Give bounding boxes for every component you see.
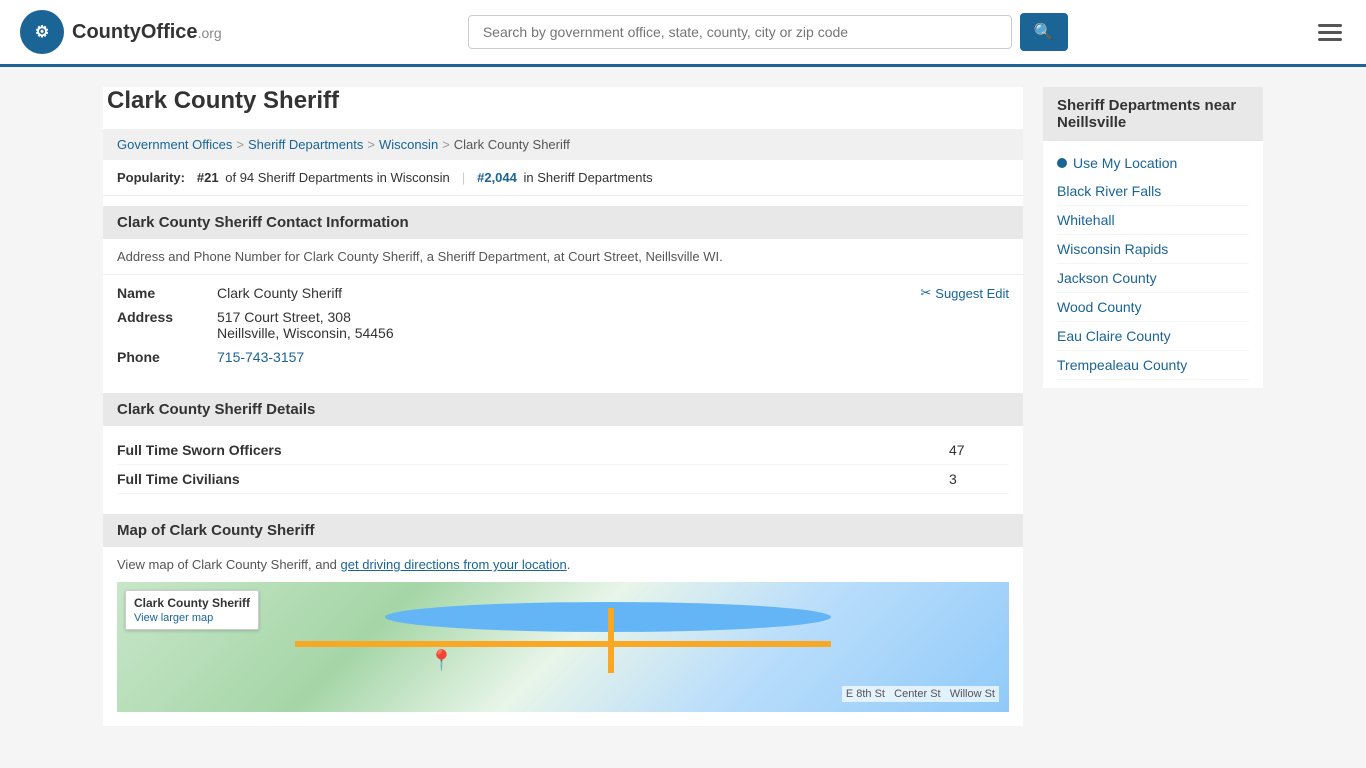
view-larger-map-link[interactable]: View larger map <box>134 612 213 624</box>
map-road-vertical <box>608 608 614 673</box>
breadcrumb-sep: > <box>367 137 375 152</box>
map-pin-icon: 📍 <box>429 648 454 673</box>
contact-section-header: Clark County Sheriff Contact Information <box>103 206 1023 239</box>
menu-icon <box>1318 38 1342 41</box>
detail-row-civilian: Full Time Civilians 3 <box>117 465 1009 494</box>
logo-area: ⚙ CountyOffice.org <box>20 10 222 54</box>
header: ⚙ CountyOffice.org 🔍 <box>0 0 1366 67</box>
name-value: Clark County Sheriff <box>217 285 920 301</box>
use-my-location-link[interactable]: Use My Location <box>1057 149 1249 177</box>
sidebar-link-whitehall[interactable]: Whitehall <box>1057 206 1249 235</box>
map-label-streets: E 8th St Center St Willow St <box>842 686 999 702</box>
sidebar-link-black-river-falls[interactable]: Black River Falls <box>1057 177 1249 206</box>
svg-text:⚙: ⚙ <box>35 24 49 41</box>
search-area: 🔍 <box>468 13 1068 51</box>
address-label: Address <box>117 309 217 325</box>
phone-link[interactable]: 715-743-3157 <box>217 349 304 365</box>
detail-row-sworn: Full Time Sworn Officers 47 <box>117 436 1009 465</box>
breadcrumb-link-wi[interactable]: Wisconsin <box>379 137 438 152</box>
breadcrumb-link-gov[interactable]: Government Offices <box>117 137 232 152</box>
page-title: Clark County Sheriff <box>103 87 1023 115</box>
breadcrumb-link-sheriff[interactable]: Sheriff Departments <box>248 137 363 152</box>
civilian-label: Full Time Civilians <box>117 471 949 487</box>
logo-text: CountyOffice.org <box>72 21 222 44</box>
sworn-value: 47 <box>949 442 1009 458</box>
sworn-label: Full Time Sworn Officers <box>117 442 949 458</box>
use-location-label: Use My Location <box>1073 155 1177 171</box>
main-wrapper: Clark County Sheriff Government Offices … <box>83 67 1283 746</box>
search-button[interactable]: 🔍 <box>1020 13 1068 51</box>
suggest-edit-icon: ✂ <box>920 285 931 301</box>
menu-icon <box>1318 24 1342 27</box>
sidebar-link-wood-county[interactable]: Wood County <box>1057 293 1249 322</box>
suggest-edit-link[interactable]: ✂ Suggest Edit <box>920 285 1009 301</box>
location-dot-icon <box>1057 158 1067 168</box>
map-road-horizontal <box>295 641 830 647</box>
sidebar-link-eau-claire[interactable]: Eau Claire County <box>1057 322 1249 351</box>
sidebar-link-wisconsin-rapids[interactable]: Wisconsin Rapids <box>1057 235 1249 264</box>
popularity-national: #2,044 in Sheriff Departments <box>477 170 653 185</box>
map-section-header: Map of Clark County Sheriff <box>103 514 1023 547</box>
search-input[interactable] <box>468 15 1012 49</box>
sidebar-title: Sheriff Departments near Neillsville <box>1043 87 1263 141</box>
phone-value: 715-743-3157 <box>217 349 1009 365</box>
map-box-title: Clark County Sheriff <box>134 596 250 610</box>
contact-info-table: Name Clark County Sheriff ✂ Suggest Edit… <box>103 275 1023 383</box>
search-icon: 🔍 <box>1034 24 1054 41</box>
suggest-edit-label: Suggest Edit <box>935 286 1009 301</box>
details-table: Full Time Sworn Officers 47 Full Time Ci… <box>103 426 1023 504</box>
map-container: 📍 E 8th St Center St Willow St Clark Cou… <box>117 582 1009 712</box>
popularity-label: Popularity: <box>117 170 185 185</box>
sidebar-link-trempealeau[interactable]: Trempealeau County <box>1057 351 1249 380</box>
driving-directions-link[interactable]: get driving directions from your locatio… <box>341 557 567 572</box>
sidebar-link-jackson-county[interactable]: Jackson County <box>1057 264 1249 293</box>
main-content: Clark County Sheriff Government Offices … <box>103 87 1023 726</box>
name-label: Name <box>117 285 217 301</box>
contact-name-row: Name Clark County Sheriff ✂ Suggest Edit <box>117 285 1009 301</box>
breadcrumb-sep: > <box>442 137 450 152</box>
sidebar: Sheriff Departments near Neillsville Use… <box>1043 87 1263 726</box>
contact-address-row: Address 517 Court Street, 308 Neillsvill… <box>117 309 1009 341</box>
sidebar-box: Sheriff Departments near Neillsville Use… <box>1043 87 1263 388</box>
popularity-rank: #21 of 94 Sheriff Departments in Wiscons… <box>197 170 450 185</box>
breadcrumb-sep: > <box>236 137 244 152</box>
sidebar-list: Use My Location Black River Falls Whiteh… <box>1043 141 1263 388</box>
contact-description: Address and Phone Number for Clark Count… <box>103 239 1023 275</box>
civilian-value: 3 <box>949 471 1009 487</box>
breadcrumb-current: Clark County Sheriff <box>454 137 570 152</box>
map-info-box: Clark County Sheriff View larger map <box>125 590 259 630</box>
phone-label: Phone <box>117 349 217 365</box>
details-section-header: Clark County Sheriff Details <box>103 393 1023 426</box>
popularity-divider: | <box>462 170 465 185</box>
address-value: 517 Court Street, 308 Neillsville, Wisco… <box>217 309 1009 341</box>
menu-button[interactable] <box>1314 20 1346 45</box>
logo-icon: ⚙ <box>20 10 64 54</box>
popularity-bar: Popularity: #21 of 94 Sheriff Department… <box>103 160 1023 196</box>
menu-icon <box>1318 31 1342 34</box>
map-description: View map of Clark County Sheriff, and ge… <box>103 547 1023 582</box>
breadcrumb: Government Offices > Sheriff Departments… <box>103 129 1023 160</box>
contact-phone-row: Phone 715-743-3157 <box>117 349 1009 365</box>
